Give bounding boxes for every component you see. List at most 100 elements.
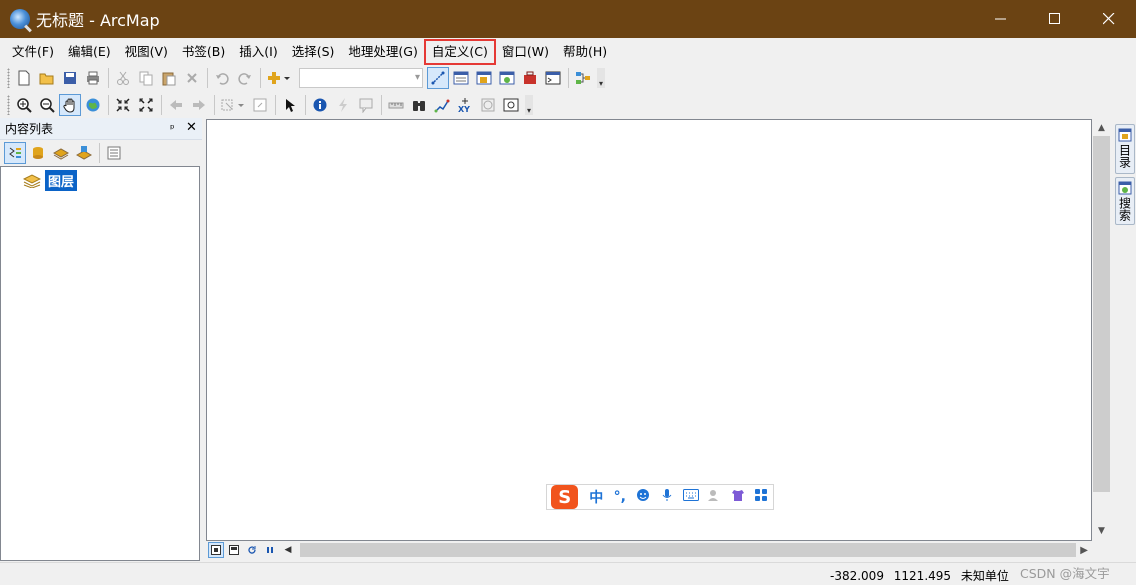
identify-button[interactable] (309, 94, 331, 116)
ime-keyboard-icon[interactable] (679, 489, 703, 505)
menu-file[interactable]: 文件(F) (6, 41, 60, 63)
fixed-zoom-in-button[interactable] (112, 94, 134, 116)
pin-icon[interactable]: ᵖ (170, 122, 175, 135)
fixed-zoom-out-button[interactable] (135, 94, 157, 116)
zoom-out-button[interactable] (36, 94, 58, 116)
add-data-button[interactable] (264, 67, 294, 89)
select-elements-button[interactable] (279, 94, 301, 116)
editor-toolbar-button[interactable] (427, 67, 449, 89)
catalog-window-button[interactable] (473, 67, 495, 89)
list-by-selection-button[interactable] (73, 142, 95, 164)
search-window-button[interactable] (496, 67, 518, 89)
menu-insert[interactable]: 插入(I) (233, 41, 283, 63)
list-by-visibility-button[interactable] (50, 142, 72, 164)
coordinate-readout: -382.009 1121.495 未知单位 (830, 567, 1015, 584)
menu-view[interactable]: 视图(V) (119, 41, 174, 63)
cut-button[interactable] (112, 67, 134, 89)
toolbar-grip[interactable] (7, 68, 10, 88)
redo-button[interactable] (234, 67, 256, 89)
back-extent-button[interactable] (165, 94, 187, 116)
layout-view-button[interactable] (226, 542, 242, 558)
toolbar-overflow-button[interactable]: ▾ (525, 95, 533, 115)
full-extent-button[interactable] (82, 94, 104, 116)
paste-icon (162, 72, 176, 86)
map-scale-combobox[interactable]: ▾ (299, 68, 423, 88)
select-features-icon (221, 99, 244, 111)
watermark-text: CSDN @海文宇 (1020, 566, 1110, 581)
find-route-button[interactable] (431, 94, 453, 116)
arcmap-app-icon (10, 9, 30, 29)
menu-help[interactable]: 帮助(H) (557, 41, 613, 63)
layer-node[interactable]: 图层 (23, 170, 78, 191)
new-document-button[interactable] (13, 67, 35, 89)
table-window-button[interactable] (450, 67, 472, 89)
scroll-left-icon[interactable]: ◀ (280, 542, 296, 558)
paste-button[interactable] (158, 67, 180, 89)
pause-icon (267, 547, 273, 553)
ime-chinese-mode[interactable]: 中 (584, 487, 608, 507)
menu-geoprocessing[interactable]: 地理处理(G) (342, 41, 423, 63)
ime-toolbox-icon[interactable] (749, 488, 773, 506)
search-dock-tab[interactable]: 搜索 (1115, 177, 1135, 225)
map-display[interactable] (206, 119, 1092, 541)
data-view-button[interactable] (208, 542, 224, 558)
minimize-button[interactable] (974, 0, 1028, 38)
open-button[interactable] (36, 67, 58, 89)
clear-selection-button[interactable] (249, 94, 271, 116)
pause-drawing-button[interactable] (262, 542, 278, 558)
maximize-button[interactable] (1028, 0, 1082, 38)
list-by-drawing-order-button[interactable] (4, 142, 26, 164)
list-by-source-button[interactable] (27, 142, 49, 164)
ime-user-icon[interactable] (702, 488, 726, 506)
go-to-xy-button[interactable]: XY (454, 94, 476, 116)
toc-close-icon[interactable]: ✕ (186, 120, 197, 135)
pan-button[interactable] (59, 94, 81, 116)
copy-button[interactable] (135, 67, 157, 89)
magnifier-button[interactable] (500, 94, 522, 116)
forward-extent-button[interactable] (188, 94, 210, 116)
layer-label[interactable]: 图层 (45, 170, 78, 191)
modelbuilder-button[interactable] (572, 67, 594, 89)
print-button[interactable] (82, 67, 104, 89)
find-button[interactable] (408, 94, 430, 116)
close-button[interactable] (1082, 0, 1136, 38)
scroll-thumb[interactable] (1093, 136, 1110, 492)
toolbar-overflow-button[interactable]: ▾ (597, 68, 605, 88)
sogou-logo-icon[interactable]: S (551, 485, 579, 509)
measure-button[interactable] (385, 94, 407, 116)
refresh-button[interactable] (244, 542, 260, 558)
window-title: 无标题 - ArcMap (36, 11, 160, 30)
html-popup-button[interactable] (355, 94, 377, 116)
zoom-in-button[interactable] (13, 94, 35, 116)
ime-punctuation[interactable]: °, (608, 489, 632, 505)
menu-edit[interactable]: 编辑(E) (62, 41, 117, 63)
map-vertical-scrollbar[interactable]: ▲ ▼ (1092, 119, 1111, 541)
ime-emoji-icon[interactable] (632, 488, 656, 506)
arctoolbox-button[interactable] (519, 67, 541, 89)
menu-customize[interactable]: 自定义(C) (423, 38, 496, 65)
undo-icon (216, 73, 229, 85)
python-window-button[interactable] (542, 67, 564, 89)
select-features-button[interactable] (218, 94, 248, 116)
ime-skin-icon[interactable] (726, 488, 750, 506)
ime-voice-icon[interactable] (655, 488, 679, 506)
scroll-up-icon[interactable]: ▲ (1092, 119, 1111, 136)
measure-icon (388, 102, 404, 109)
undo-button[interactable] (211, 67, 233, 89)
toolbar-grip[interactable] (7, 95, 10, 115)
time-slider-button[interactable] (477, 94, 499, 116)
search-icon (1118, 181, 1132, 195)
full-extent-icon (86, 98, 100, 112)
scroll-down-icon[interactable]: ▼ (1092, 522, 1111, 539)
delete-button[interactable] (181, 67, 203, 89)
menu-windows[interactable]: 窗口(W) (496, 41, 555, 63)
catalog-dock-tab[interactable]: 目录 (1115, 124, 1135, 174)
scroll-right-icon[interactable]: ▶ (1080, 541, 1088, 559)
menu-selection[interactable]: 选择(S) (286, 41, 341, 63)
hyperlink-button[interactable] (332, 94, 354, 116)
horizontal-scroll-thumb[interactable] (300, 543, 1076, 557)
save-button[interactable] (59, 67, 81, 89)
toc-options-button[interactable] (103, 142, 125, 164)
copy-icon (139, 71, 153, 86)
menu-bookmarks[interactable]: 书签(B) (176, 41, 231, 63)
